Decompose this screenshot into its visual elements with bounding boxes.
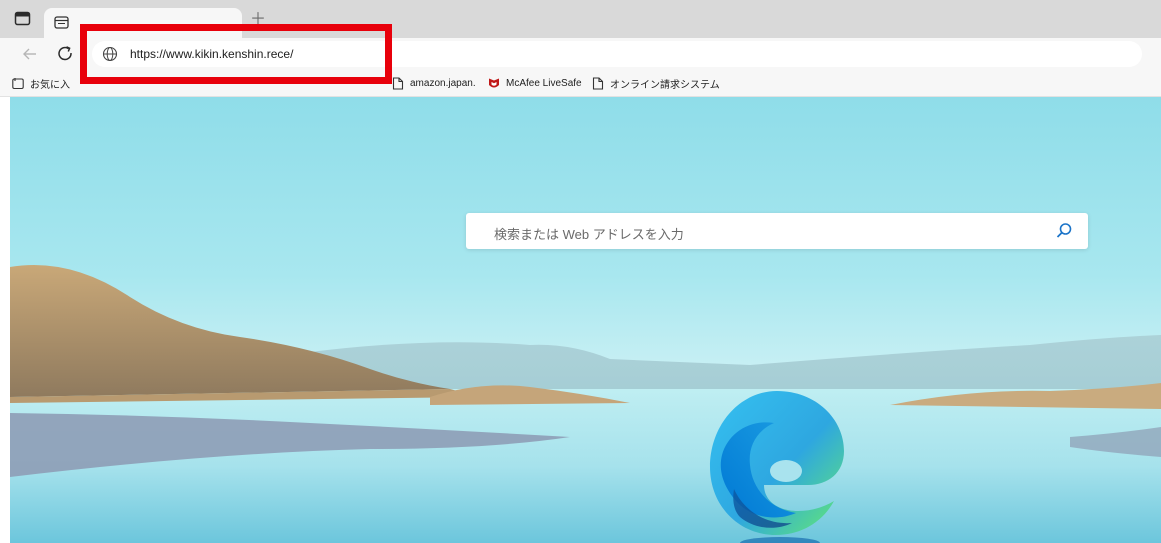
back-arrow-icon	[23, 48, 36, 60]
page-icon	[592, 76, 604, 90]
favorites-label: お気に入	[30, 79, 70, 91]
page-icon	[392, 76, 404, 90]
favorite-amazon[interactable]: amazon.japan.	[392, 75, 476, 91]
new-tab-page: 検索または Web アドレスを入力	[10, 97, 1161, 543]
favorite-online-billing-label: オンライン請求システム	[610, 79, 720, 91]
favorite-amazon-label: amazon.japan.	[410, 77, 476, 89]
search-icon[interactable]	[1054, 221, 1074, 241]
search-box[interactable]: 検索または Web アドレスを入力	[466, 213, 1088, 249]
favorite-mcafee[interactable]: McAfee LiveSafe	[488, 75, 582, 91]
back-button[interactable]	[20, 44, 40, 64]
mcafee-icon	[488, 77, 500, 90]
search-placeholder: 検索または Web アドレスを入力	[494, 227, 684, 242]
browser-window: ＋ https://www.kikin.kenshin.rece/ お気に入 a…	[0, 0, 1161, 543]
favorites-folder-icon	[12, 77, 24, 90]
tab-page-icon	[54, 16, 70, 30]
background-landscape	[10, 265, 1161, 543]
refresh-button[interactable]	[56, 44, 76, 64]
tab-actions-icon[interactable]	[14, 11, 32, 27]
refresh-icon	[58, 46, 72, 61]
edge-logo	[704, 385, 850, 543]
favorites-item[interactable]: お気に入	[12, 75, 70, 91]
highlight-box	[80, 24, 392, 84]
favorite-mcafee-label: McAfee LiveSafe	[506, 77, 582, 89]
favorite-online-billing[interactable]: オンライン請求システム	[592, 75, 720, 91]
